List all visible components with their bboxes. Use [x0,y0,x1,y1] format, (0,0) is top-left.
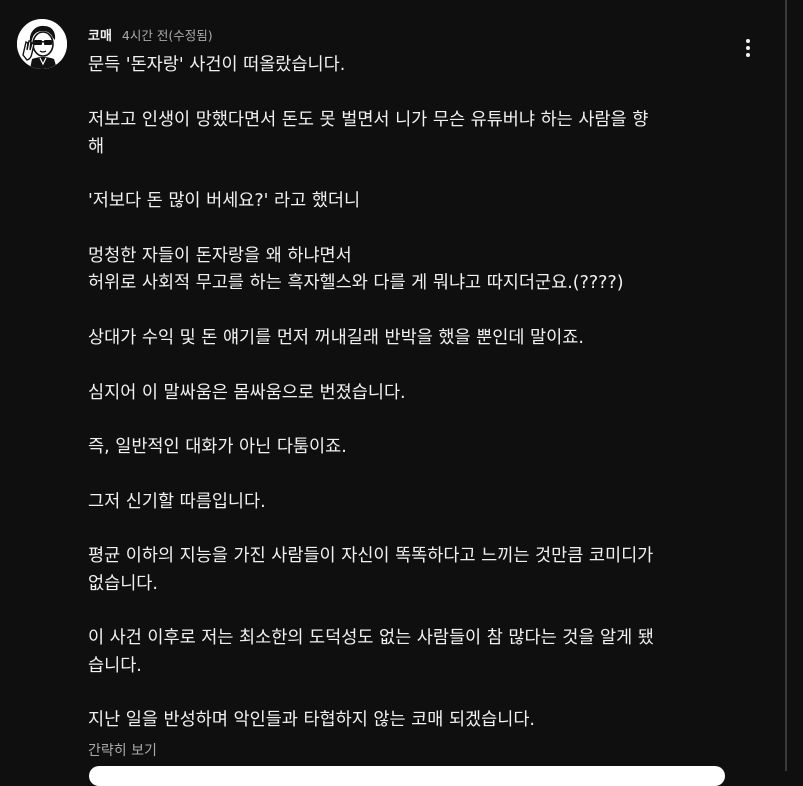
comment-text: 문득 '돈자랑' 사건이 떠올랐습니다. 저보고 인생이 망했다면서 돈도 못 … [88,52,738,734]
reply-input[interactable] [89,766,725,786]
comment-paragraph: 심지어 이 말싸움은 몸싸움으로 번졌습니다. [88,382,406,403]
comment-paragraph: 저보고 인생이 망했다면서 돈도 못 벌면서 니가 무슨 유튜버냐 하는 사람을… [88,109,649,157]
comment-paragraph: 지난 일을 반성하며 악인들과 타협하지 않는 코매 되겠습니다. [88,710,536,731]
comment-paragraph: 문득 '돈자랑' 사건이 떠올랐습니다. [88,55,346,75]
comment-paragraph: 멍청한 자들이 돈자랑을 왜 하냐면서 허위로 사회적 무고를 하는 흑자헬스와… [88,246,624,294]
comment-header: 코매 4시간 전(수정됨) [88,25,213,45]
menu-dot [746,39,750,43]
avatar[interactable] [17,19,67,69]
avatar-illustration-icon [17,19,67,69]
menu-dot [746,46,750,50]
show-less-link[interactable]: 간략히 보기 [88,740,157,760]
panel-border [785,0,787,771]
comment-paragraph: 평균 이하의 지능을 가진 사람들이 자신이 똑똑하다고 느끼는 것만큼 코미디… [88,546,654,594]
menu-dot [746,53,750,57]
comment-paragraph: 그저 신기할 따름입니다. [88,491,266,512]
comment-paragraph: 상대가 수익 및 돈 얘기를 먼저 꺼내길래 반박을 했을 뿐인데 말이죠. [88,327,584,348]
comment-paragraph: '저보다 돈 많이 버세요?' 라고 했더니 [88,191,361,212]
more-vertical-icon[interactable] [736,34,760,62]
comment-timestamp[interactable]: 4시간 전(수정됨) [122,25,213,44]
comment-paragraph: 이 사건 이후로 저는 최소한의 도덕성도 없는 사람들이 참 많다는 것을 알… [88,628,654,676]
author-name[interactable]: 코매 [88,25,112,44]
comment-paragraph: 즉, 일반적인 대화가 아닌 다툼이죠. [88,437,347,458]
